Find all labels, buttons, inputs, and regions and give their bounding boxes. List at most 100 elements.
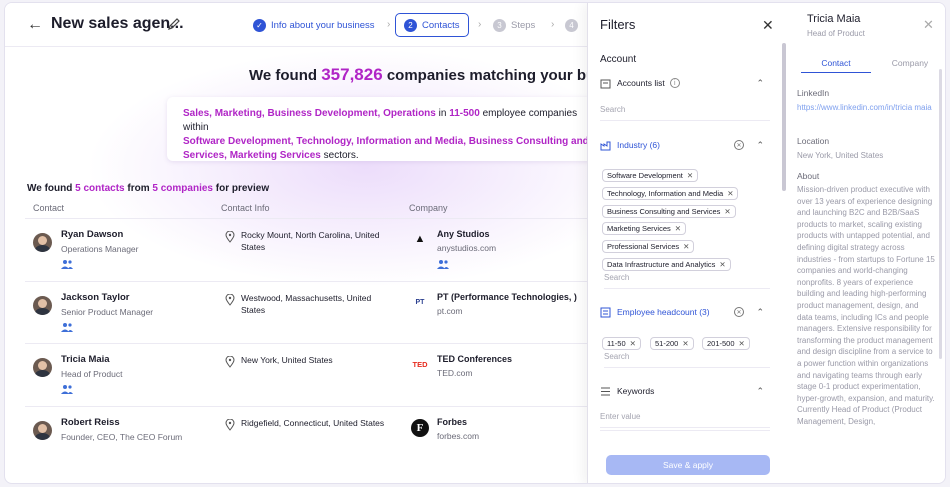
check-icon: ✓ — [253, 18, 266, 32]
contact-location: New York, United States — [241, 355, 333, 365]
chip-label: 11-50 — [607, 339, 626, 348]
clear-filter-icon[interactable]: ✕ — [734, 140, 744, 150]
industry-chip[interactable]: Software Development ✕ — [602, 169, 699, 182]
company-domain[interactable]: forbes.com — [437, 431, 479, 441]
company-logo: ▲ — [414, 233, 426, 245]
filter-industry[interactable]: Industry (6) ✕ ⌃ — [600, 137, 770, 153]
table-row[interactable]: Tricia Maia Head of Product New York, Un… — [25, 343, 587, 405]
headcount-search-input[interactable]: Search — [604, 352, 770, 368]
location-pin-icon — [225, 356, 235, 368]
companies-count: 5 companies — [152, 183, 213, 194]
step-number: 3 — [493, 18, 506, 32]
headcount-chip[interactable]: 201-500 ✕ — [702, 337, 750, 350]
column-header-contact: Contact — [33, 203, 65, 213]
search-summary-card: Sales, Marketing, Business Development, … — [167, 97, 597, 161]
company-name[interactable]: PT (Performance Technologies, ) — [437, 292, 577, 302]
remove-icon[interactable]: ✕ — [683, 242, 689, 251]
company-name[interactable]: Any Studios — [437, 229, 490, 239]
company-name[interactable]: TED Conferences — [437, 354, 512, 364]
step-info-about-business[interactable]: ✓ Info about your business — [253, 13, 375, 37]
close-icon[interactable]: ✕ — [762, 17, 774, 34]
company-name[interactable]: Forbes — [437, 417, 467, 427]
close-icon[interactable]: ✕ — [923, 17, 934, 33]
filters-title: Filters — [600, 17, 636, 32]
filter-accounts-list[interactable]: Accounts list i ⌃ — [600, 75, 770, 91]
back-arrow-icon[interactable]: ← — [27, 16, 45, 34]
summary-size: 11-500 — [449, 108, 480, 119]
company-domain[interactable]: anystudios.com — [437, 243, 496, 253]
remove-icon[interactable]: ✕ — [724, 207, 730, 216]
keywords-input[interactable]: Enter value — [600, 412, 770, 428]
company-domain[interactable]: TED.com — [437, 368, 472, 378]
table-row[interactable]: Robert Reiss Founder, CEO, The CEO Forum… — [25, 406, 587, 468]
app-window: ← New sales agen... ✓ Info about your bu… — [4, 2, 946, 484]
headline-text: We found — [249, 67, 322, 84]
table-row[interactable]: Jackson Taylor Senior Product Manager We… — [25, 281, 587, 343]
chevron-up-icon[interactable]: ⌃ — [756, 140, 764, 151]
avatar — [33, 358, 52, 377]
filter-keywords[interactable]: Keywords ⌃ — [600, 383, 770, 399]
contact-location: Westwood, Massachusetts, United States — [241, 293, 372, 315]
summary-industries: Services, Marketing Services — [183, 150, 321, 161]
industry-chip[interactable]: Business Consulting and Services ✕ — [602, 205, 736, 218]
list-icon — [601, 387, 610, 395]
chevron-right-icon: › — [387, 19, 391, 30]
tab-company[interactable]: Company — [875, 58, 945, 68]
headcount-chip[interactable]: 51-200 ✕ — [650, 337, 694, 350]
step-steps[interactable]: 3 Steps — [493, 13, 535, 37]
contact-role: Founder, CEO, The CEO Forum — [61, 432, 183, 442]
chevron-up-icon[interactable]: ⌃ — [756, 78, 764, 89]
column-header-contact-info: Contact Info — [221, 203, 270, 213]
chevron-up-icon[interactable]: ⌃ — [756, 386, 764, 397]
remove-icon[interactable]: ✕ — [675, 224, 681, 233]
accounts-search-input[interactable]: Search — [600, 105, 770, 121]
step-four[interactable]: 4 — [565, 13, 583, 37]
contact-panel-scrollbar[interactable] — [939, 69, 942, 359]
industry-chip[interactable]: Professional Services ✕ — [602, 240, 695, 253]
column-header-company: Company — [409, 203, 448, 213]
edit-pencil-icon[interactable] — [167, 17, 181, 31]
location-pin-icon — [225, 419, 235, 431]
remove-icon[interactable]: ✕ — [719, 260, 725, 269]
summary-text: in — [435, 108, 450, 119]
filter-employee-headcount[interactable]: Employee headcount (3) ✕ ⌃ — [600, 304, 770, 320]
industry-search-input[interactable]: Search — [604, 273, 770, 289]
remove-icon[interactable]: ✕ — [687, 171, 693, 180]
industry-chip[interactable]: Marketing Services ✕ — [602, 222, 687, 235]
remove-icon[interactable]: ✕ — [682, 339, 688, 348]
chip-label: Business Consulting and Services — [607, 207, 721, 216]
headcount-chip[interactable]: 11-50 ✕ — [602, 337, 641, 350]
chip-label: Marketing Services — [607, 224, 671, 233]
filters-scrollbar[interactable] — [782, 43, 786, 191]
tab-contact[interactable]: Contact — [801, 58, 871, 73]
step-label: Info about your business — [271, 19, 375, 31]
table-row[interactable]: Ryan Dawson Operations Manager Rocky Mou… — [25, 218, 587, 280]
industry-chip[interactable]: Technology, Information and Media ✕ — [602, 187, 739, 200]
contact-name: Ryan Dawson — [61, 229, 124, 240]
company-count: 357,826 — [321, 65, 383, 84]
linkedin-link[interactable]: https://www.linkedin.com/in/tricia maia — [797, 102, 935, 114]
contact-panel-name: Tricia Maia — [807, 13, 861, 25]
industry-chip[interactable]: Data Infrastructure and Analytics ✕ — [602, 258, 731, 271]
chevron-right-icon: › — [478, 19, 482, 30]
filter-section-account: Account — [600, 54, 637, 65]
people-icon — [61, 323, 73, 332]
remove-icon[interactable]: ✕ — [739, 339, 745, 348]
step-contacts[interactable]: 2 Contacts — [395, 13, 469, 37]
save-apply-button[interactable]: Save & apply — [606, 455, 770, 475]
contact-name: Tricia Maia — [61, 354, 110, 365]
headcount-icon — [600, 307, 611, 317]
company-domain[interactable]: pt.com — [437, 306, 463, 316]
remove-icon[interactable]: ✕ — [727, 189, 733, 198]
clear-filter-icon[interactable]: ✕ — [734, 307, 744, 317]
chip-label: Professional Services — [607, 242, 680, 251]
avatar — [33, 296, 52, 315]
preview-text: We found — [27, 183, 76, 194]
remove-icon[interactable]: ✕ — [630, 339, 636, 348]
filter-label: Keywords — [617, 386, 655, 396]
chevron-up-icon[interactable]: ⌃ — [756, 307, 764, 318]
info-icon[interactable]: i — [669, 78, 680, 88]
summary-industries: Software Development, Technology, Inform… — [183, 136, 589, 147]
page-title: New sales agen... — [51, 15, 184, 32]
filter-label: Industry (6) — [617, 140, 660, 150]
